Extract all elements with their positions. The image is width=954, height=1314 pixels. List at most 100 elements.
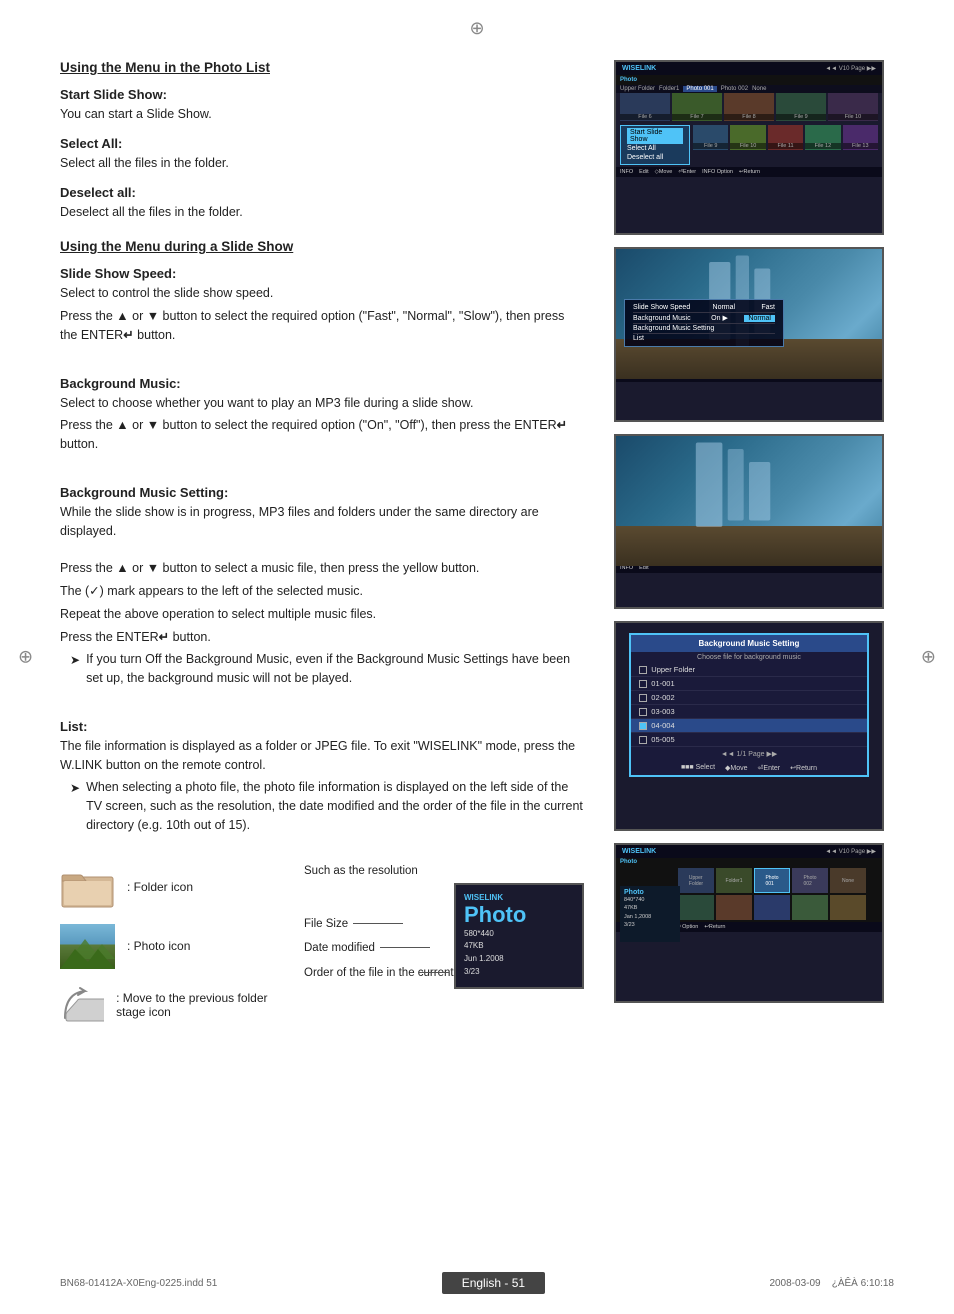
screen5-photo-label: Photo (616, 858, 882, 866)
menu-item-start: Start Slide Show (627, 128, 683, 144)
bgm-subtitle: Choose file for background music (631, 652, 866, 663)
screen5-content: Photo 840*740 47KB Jan 1,2008 3/23 Upper… (616, 866, 882, 922)
s5-t2 (716, 895, 752, 920)
screen1-wiselink: WISELINK (622, 65, 656, 72)
select-all-text: Select all the files in the folder. (60, 154, 584, 173)
diagram-container: File Size Date modified Order of the fil… (304, 883, 584, 989)
bg-music-note-text: If you turn Off the Background Music, ev… (86, 650, 584, 688)
bg-music-heading: Background Music: (60, 376, 584, 391)
thumb-3: File 8 (724, 93, 774, 121)
thumb-6: File 9 (693, 125, 728, 150)
enter-key-2: ↵ (557, 418, 567, 432)
page-container: Using the Menu in the Photo List Start S… (0, 0, 954, 1314)
date-label-row: Date modified (304, 942, 449, 954)
screen1-page: ◄◄ V10 Page ▶▶ (825, 65, 876, 72)
diagram-labels: File Size Date modified Order of the fil… (304, 883, 449, 981)
screen1-grid-row1: File 6 File 7 File 8 File 9 File 10 (616, 93, 882, 123)
select-all-heading: Select All: (60, 136, 584, 151)
start-slide-show-heading: Start Slide Show: (60, 87, 584, 102)
left-column: Using the Menu in the Photo List Start S… (60, 60, 584, 1042)
ss-list-row: List (633, 334, 775, 343)
file-size-label-row: File Size (304, 918, 449, 930)
bgm-page-nav: ◄◄ 1/1 Page ▶▶ (631, 747, 866, 761)
s5-none: None (830, 868, 866, 893)
bgm-item-04: 04-004 (631, 719, 866, 733)
enter-key-1: ↵ (123, 328, 133, 342)
folder-icon-label: : Folder icon (127, 880, 193, 894)
order-label-row: Order of the file in the current directo… (304, 966, 449, 981)
slide-show-speed-detail: Press the ▲ or ▼ button to select the re… (60, 307, 584, 345)
bgm-popup: Background Music Setting Choose file for… (629, 633, 868, 777)
thumb-9: File 12 (805, 125, 840, 150)
ss-bgm-row: Background Music On ▶ Normal (633, 313, 775, 324)
enter-key-3: ↵ (159, 630, 169, 644)
ss-bgm-setting-row: Background Music Setting (633, 324, 775, 334)
bgm-checkbox-upper (639, 666, 647, 674)
move-icon-label: : Move to the previous folder stage icon (116, 991, 284, 1019)
bg-music-setting-detail4: Press the ENTER↵ button. (60, 628, 584, 647)
photo-icon-row: : Photo icon (60, 924, 284, 969)
order-label: Order of the file in the current directo… (304, 966, 414, 981)
section2-title: Using the Menu during a Slide Show (60, 239, 584, 254)
list-text1: The file information is displayed as a f… (60, 737, 584, 775)
screen1-breadcrumb: Upper Folder Folder1 Photo 001 Photo 002… (616, 85, 882, 93)
thumb-5: File 10 (828, 93, 878, 121)
bgm-checkbox-01 (639, 680, 647, 688)
section1: Using the Menu in the Photo List Start S… (60, 60, 584, 221)
list-note-text: When selecting a photo file, the photo f… (86, 778, 584, 834)
bg-music-setting-text: While the slide show is in progress, MP3… (60, 503, 584, 541)
screen1-menu: Start Slide Show Select All Deselect all (620, 125, 690, 165)
screen5-photo-big: Photo (624, 889, 676, 896)
screen5-photo-info: 840*740 47KB Jan 1,2008 3/23 (624, 896, 676, 929)
wiselink-info-box: WISELINK Photo 580*440 47KB Jun 1.2008 3… (454, 883, 584, 989)
screen1-header: WISELINK ◄◄ V10 Page ▶▶ (616, 62, 882, 75)
s5-t1 (678, 895, 714, 920)
wiselink-text: WISELINK (464, 893, 503, 902)
wiselink-header: WISELINK (464, 893, 574, 902)
screen1-grid-row2: File 9 File 10 File 11 File 12 (693, 125, 878, 150)
photo-icon (60, 924, 115, 969)
tv-screen-2: Slide Show Speed Normal Fast Background … (614, 247, 884, 422)
page-footer: BN68-01412A-X0Eng-0225.indd 51 English -… (0, 1272, 954, 1294)
folder-icon (60, 865, 115, 910)
bottom-section: : Folder icon (60, 865, 584, 1042)
tv-screen-3: Slide Show Speed Normal Background Music… (614, 434, 884, 609)
section2: Using the Menu during a Slide Show Slide… (60, 239, 584, 834)
bgm-checkbox-02 (639, 694, 647, 702)
connector-line-filesize (353, 923, 403, 924)
screen5-info-panel: Photo 840*740 47KB Jan 1,2008 3/23 (620, 886, 680, 942)
screen5-top-folders: UpperFolder Folder1 Photo001 Photo002 No… (678, 868, 880, 893)
screen1-photo-label: Photo (616, 75, 882, 85)
screen5-page: ◄◄ V10 Page ▶▶ (825, 848, 876, 855)
s5-t3 (754, 895, 790, 920)
tv-screen-5: WISELINK ◄◄ V10 Page ▶▶ Photo Photo 840*… (614, 843, 884, 1003)
bgm-bottom-nav: ■■■ Select ◆Move ⏎Enter ↩Return (631, 761, 866, 775)
screen5-header: WISELINK ◄◄ V10 Page ▶▶ (616, 845, 882, 858)
s5-photo2: Photo002 (792, 868, 828, 893)
deselect-all-heading: Deselect all: (60, 185, 584, 200)
slide-show-speed-heading: Slide Show Speed: (60, 266, 584, 281)
s5-folder2: Folder1 (716, 868, 752, 893)
bgm-checkbox-05 (639, 736, 647, 744)
bgm-item-02: 02-002 (631, 691, 866, 705)
bgm-checkbox-03 (639, 708, 647, 716)
bg-music-setting-detail3: Repeat the above operation to select mul… (60, 605, 584, 624)
note-arrow-1: ➤ (70, 651, 80, 688)
thumb-2: File 7 (672, 93, 722, 121)
thumb-7: File 10 (730, 125, 765, 150)
menu-item-select: Select All (627, 144, 683, 153)
bg-music-setting-heading: Background Music Setting: (60, 485, 584, 500)
slide-show-speed-text: Select to control the slide show speed. (60, 284, 584, 303)
main-layout: Using the Menu in the Photo List Start S… (60, 60, 894, 1042)
s5-photo-selected: Photo001 (754, 868, 790, 893)
bg-music-text: Select to choose whether you want to pla… (60, 394, 584, 413)
screen1-nav: INFO Edit ◇Move ⏎Enter INFO Option ↩Retu… (616, 167, 882, 177)
filesize-value: 47KB (464, 940, 574, 953)
thumb-4: File 9 (776, 93, 826, 121)
waterfall-svg-3 (616, 436, 882, 566)
date-value: Jun 1.2008 (464, 953, 574, 966)
note-arrow-2: ➤ (70, 779, 80, 834)
screen5-wiselink: WISELINK (622, 848, 656, 855)
screen5-thumbs: UpperFolder Folder1 Photo001 Photo002 No… (676, 866, 882, 922)
bgm-checkbox-04 (639, 722, 647, 730)
